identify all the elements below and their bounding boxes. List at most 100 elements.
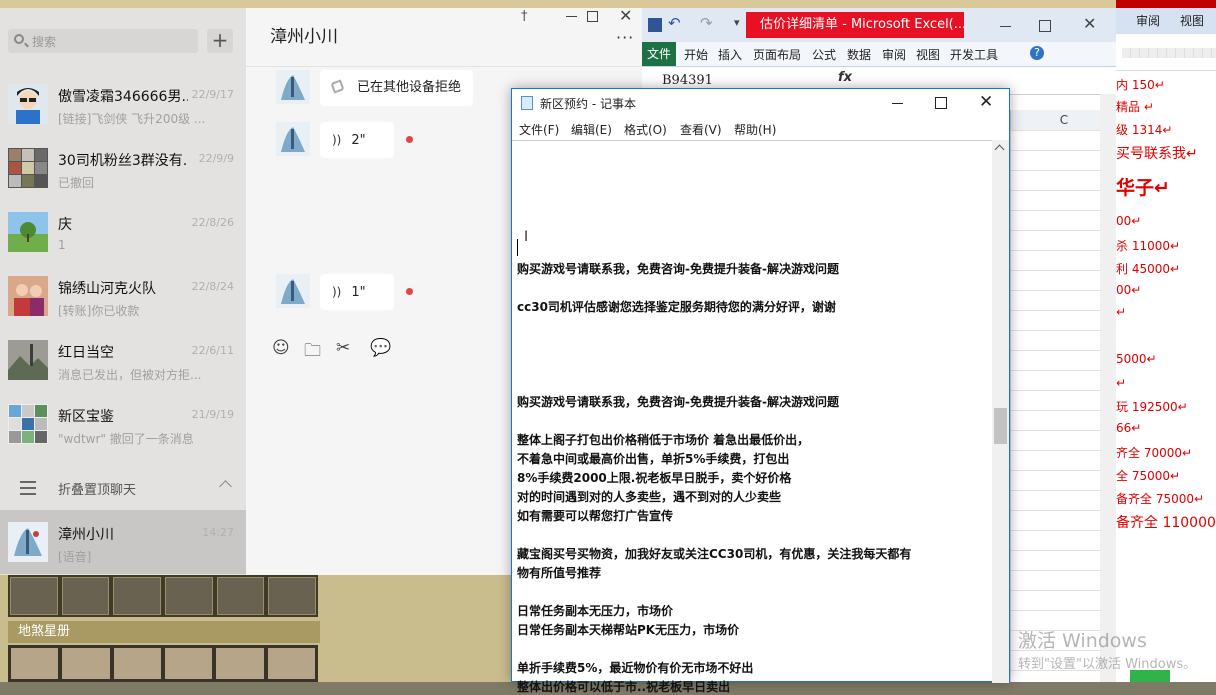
redo-icon[interactable]: ↷: [700, 14, 713, 32]
avatar: [276, 274, 310, 308]
tab-review[interactable]: 审阅: [1136, 12, 1160, 29]
text-line: 日常任务副本天梯帮站PK无压力，市场价: [517, 623, 740, 637]
doc-line: 玩 192500↵: [1116, 400, 1188, 414]
game-section-label: 地煞星册: [8, 621, 320, 643]
tab-insert[interactable]: 插入: [718, 46, 742, 63]
game-thumbnail-row: [8, 645, 318, 682]
tab-developer[interactable]: 开发工具: [950, 46, 998, 63]
vertical-scrollbar[interactable]: [992, 140, 1009, 683]
search-placeholder: 搜索: [32, 35, 57, 49]
conversation-name: 锦绣山河克火队: [58, 281, 156, 297]
message-bubble[interactable]: 已在其他设备拒绝: [320, 70, 474, 106]
notepad-window: 新区预约 - 记事本 ✕ 文件(F) 编辑(E) 格式(O) 查看(V) 帮助(…: [511, 88, 1010, 694]
tab-view[interactable]: 视图: [1180, 12, 1204, 29]
avatar: [8, 148, 48, 188]
conversation-preview: 1: [58, 238, 66, 252]
conversation-time: 22/9/17: [191, 88, 234, 101]
cell-grid[interactable]: [1010, 130, 1102, 682]
doc-line: 00↵: [1116, 283, 1142, 297]
minimize-button[interactable]: [892, 103, 903, 104]
conversation-item[interactable]: 红日当空 22/6/11 消息已发出，但被对方拒...: [0, 328, 246, 392]
customize-dropdown-icon[interactable]: ▾: [734, 16, 740, 29]
insert-function-button[interactable]: fx: [838, 70, 852, 85]
text-line: 不着急中间或最高价出售，单折5%手续费，打包出: [517, 452, 790, 466]
tab-review[interactable]: 审阅: [882, 46, 906, 63]
maximize-button[interactable]: [1039, 20, 1051, 32]
voice-bubble[interactable]: )) 1": [320, 274, 394, 310]
maximize-button[interactable]: [587, 11, 598, 22]
voice-bubble[interactable]: )) 2": [320, 122, 394, 158]
list-icon: [20, 481, 36, 495]
chat-bubble-icon[interactable]: 💬: [370, 338, 391, 358]
add-button[interactable]: +: [207, 29, 233, 53]
text-editor[interactable]: I 购买游戏号请联系我，免费咨询-免费提升装备-解决游戏问题 cc30司机评估感…: [512, 140, 992, 694]
menu-help[interactable]: 帮助(H): [734, 121, 776, 138]
conversation-name: 傲雪凌霜346666男...: [58, 89, 188, 105]
folder-icon[interactable]: 🗀: [304, 338, 321, 367]
text-line: 如有需要可以帮您打广告宣传: [517, 509, 674, 523]
tab-page-layout[interactable]: 页面布局: [753, 46, 801, 63]
conversation-time: 22/6/11: [191, 344, 234, 357]
minimize-button[interactable]: [1000, 26, 1011, 27]
conversation-time: 22/9/9: [198, 152, 234, 165]
doc-line: 杀 11000↵: [1116, 239, 1181, 253]
text-line: 单折手续费5%，最近物价有价无市场不好出: [517, 661, 754, 675]
text-line: 购买游戏号请联系我，免费咨询-免费提升装备-解决游戏问题: [517, 262, 839, 276]
emoji-icon[interactable]: ☺: [272, 338, 290, 358]
doc-line: 备齐全 110000↵: [1116, 515, 1216, 531]
pin-icon[interactable]: †: [521, 9, 528, 24]
conversation-item-active[interactable]: 漳州小川 14:27 [语音]: [0, 510, 246, 574]
notepad-icon: [521, 96, 533, 110]
doc-line: 全 75000↵: [1116, 469, 1181, 483]
conversation-item[interactable]: 庆 22/8/26 1: [0, 200, 246, 264]
scroll-thumb[interactable]: [994, 408, 1007, 444]
conversation-time: 21/9/19: [191, 408, 234, 421]
avatar: [8, 276, 48, 316]
tab-view[interactable]: 视图: [916, 46, 940, 63]
menu-format[interactable]: 格式(O): [624, 121, 667, 138]
search-input[interactable]: 搜索: [8, 29, 198, 53]
folded-pinned-chats[interactable]: 折叠置顶聊天: [0, 466, 246, 510]
conversation-preview: [语音]: [58, 550, 92, 564]
help-icon[interactable]: ?: [1030, 46, 1044, 60]
scroll-up-icon[interactable]: [994, 144, 1005, 155]
menu-file[interactable]: 文件(F): [519, 121, 559, 138]
maximize-button[interactable]: [935, 97, 947, 109]
activation-watermark-subtitle: 转到"设置"以激活 Windows。: [1018, 657, 1197, 672]
doc-line: 00↵: [1116, 214, 1142, 228]
avatar: [8, 84, 48, 124]
menu-view[interactable]: 查看(V): [680, 121, 722, 138]
more-button[interactable]: ···: [616, 28, 634, 47]
title-bar: [1116, 0, 1216, 8]
conversation-item[interactable]: 新区宝鉴 21/9/19 "wdtwr" 撤回了一条消息: [0, 392, 246, 456]
doc-line: 级 1314↵: [1116, 123, 1173, 137]
text-line: 对的时间遇到对的人多卖些，遇不到对的人少卖些: [517, 490, 782, 504]
conversation-name: 30司机粉丝3群没有...: [58, 153, 188, 169]
tab-data[interactable]: 数据: [847, 46, 871, 63]
vertical-scrollbar[interactable]: [1100, 94, 1116, 682]
search-icon: [14, 34, 24, 44]
undo-icon[interactable]: ↶: [668, 14, 681, 32]
conversation-item[interactable]: 锦绣山河克火队 22/8/24 [转账]你已收款: [0, 264, 246, 328]
doc-line: 5000↵: [1116, 352, 1157, 366]
conversation-item[interactable]: 傲雪凌霜346666男... 22/9/17 [链接]飞剑侠 飞升200级 ..…: [0, 72, 246, 136]
scissors-icon[interactable]: ✂: [336, 338, 350, 358]
save-icon[interactable]: [648, 18, 662, 32]
conversation-item[interactable]: 30司机粉丝3群没有... 22/9/9 已撤回: [0, 136, 246, 200]
minimize-button[interactable]: [566, 16, 577, 17]
activation-watermark-title: 激活 Windows: [1018, 630, 1147, 652]
window-title: 估价详细清单 - Microsoft Excel(...: [746, 12, 964, 38]
menu-edit[interactable]: 编辑(E): [571, 121, 612, 138]
tab-formulas[interactable]: 公式: [812, 46, 836, 63]
close-button[interactable]: ✕: [619, 6, 632, 25]
text-line: cc30司机评估感谢您选择鉴定服务期待您的满分好评，谢谢: [517, 300, 836, 314]
avatar: [8, 404, 48, 444]
close-button[interactable]: ✕: [1083, 14, 1096, 33]
voice-wave-icon: )): [332, 285, 342, 299]
avatar: [276, 70, 310, 104]
tab-file[interactable]: 文件: [642, 42, 676, 66]
message-text: 已在其他设备拒绝: [357, 80, 462, 95]
tab-home[interactable]: 开始: [684, 46, 708, 63]
close-button[interactable]: ✕: [979, 92, 993, 112]
text-line: 8%手续费2000上限.祝老板早日脱手，卖个好价格: [517, 471, 792, 485]
